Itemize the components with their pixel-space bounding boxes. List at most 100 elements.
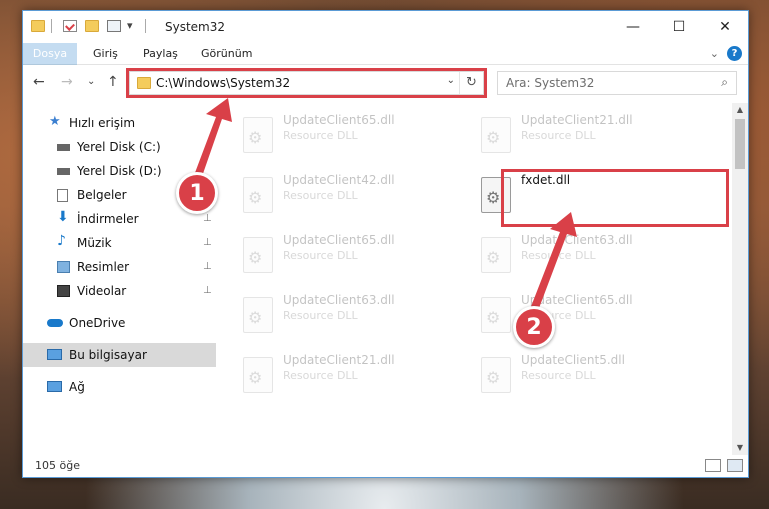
separator [145, 19, 146, 33]
cloud-icon [47, 319, 63, 327]
computer-icon [47, 349, 62, 360]
dll-file-icon: ⚙ [481, 357, 511, 393]
vertical-scrollbar[interactable]: ▲ ▼ [732, 103, 748, 455]
sidebar-item-disk-c[interactable]: Yerel Disk (C:) [23, 135, 216, 159]
file-name: UpdateClient21.dll [283, 353, 395, 367]
large-icons-view-icon[interactable] [727, 459, 743, 472]
file-item[interactable]: ⚙ UpdateClient21.dll Resource DLL [469, 107, 699, 163]
callout-badge-1: 1 [176, 172, 218, 214]
properties-icon[interactable] [63, 20, 77, 32]
tab-view[interactable]: Görünüm [191, 43, 262, 65]
navigation-bar: ← → ⌄ ↑ C:\Windows\System32 ⌄ ↻ Ara: Sys… [23, 65, 748, 101]
maximize-button[interactable]: ☐ [656, 11, 702, 43]
file-item[interactable]: ⚙ UpdateClient63.dll Resource DLL [231, 287, 461, 343]
file-name: UpdateClient42.dll [283, 173, 395, 187]
documents-icon [57, 189, 68, 202]
folder-icon [31, 20, 45, 32]
file-type: Resource DLL [283, 369, 358, 382]
separator [51, 19, 52, 33]
pictures-icon [57, 261, 70, 273]
file-item[interactable]: ⚙ UpdateClient5.dll Resource DLL [469, 347, 699, 403]
drive-icon [57, 144, 70, 151]
file-name: UpdateClient65.dll [521, 293, 633, 307]
customize-toolbar-icon[interactable] [107, 20, 121, 32]
file-type: Resource DLL [283, 129, 358, 142]
file-type: Resource DLL [521, 249, 596, 262]
file-name: UpdateClient65.dll [283, 113, 395, 127]
sidebar-item-label: Hızlı erişim [69, 116, 136, 130]
drive-icon [57, 168, 70, 175]
tab-share[interactable]: Paylaş [133, 43, 188, 65]
sidebar-item-this-pc[interactable]: Bu bilgisayar [23, 343, 216, 367]
dll-file-icon: ⚙ [481, 117, 511, 153]
sidebar-item-label: Resimler [77, 260, 130, 274]
sidebar-item-label: Müzik [77, 236, 112, 250]
scroll-down-icon[interactable]: ▼ [732, 441, 748, 455]
pin-icon[interactable]: ⊥ [203, 231, 212, 255]
download-icon: ⬇ [57, 209, 69, 225]
back-button[interactable]: ← [33, 74, 45, 90]
help-icon[interactable]: ? [727, 46, 742, 61]
dll-file-icon: ⚙ [243, 357, 273, 393]
recent-locations-button[interactable]: ⌄ [87, 76, 95, 87]
dll-file-icon: ⚙ [243, 117, 273, 153]
navigation-pane: ★ Hızlı erişim Yerel Disk (C:) Yerel Dis… [23, 103, 216, 455]
file-item[interactable]: ⚙ UpdateClient42.dll Resource DLL [231, 167, 461, 223]
window-title: System32 [165, 20, 226, 34]
scroll-thumb[interactable] [735, 119, 745, 169]
file-item[interactable]: ⚙ UpdateClient21.dll Resource DLL [231, 347, 461, 403]
search-box[interactable]: Ara: System32 ⌕ [497, 71, 737, 95]
sidebar-item-pictures[interactable]: Resimler ⊥ [23, 255, 216, 279]
sidebar-item-label: Bu bilgisayar [69, 348, 147, 362]
close-button[interactable]: ✕ [702, 11, 748, 43]
file-name: UpdateClient5.dll [521, 353, 625, 367]
file-list: ⚙ UpdateClient65.dll Resource DLL ⚙ Upda… [231, 103, 733, 455]
dll-file-icon: ⚙ [243, 297, 273, 333]
item-count: 105 öğe [35, 459, 80, 472]
sidebar-item-label: Belgeler [77, 188, 127, 202]
details-view-icon[interactable] [705, 459, 721, 472]
search-icon[interactable]: ⌕ [721, 75, 728, 90]
callout-badge-2: 2 [513, 306, 555, 348]
up-button[interactable]: ↑ [107, 74, 119, 90]
sidebar-item-label: Yerel Disk (C:) [77, 140, 161, 154]
sidebar-item-network[interactable]: Ağ [23, 375, 216, 399]
customize-dropdown-icon[interactable]: ▾ [127, 19, 133, 32]
file-type: Resource DLL [283, 189, 358, 202]
pin-icon[interactable]: ⊥ [203, 255, 212, 279]
file-type: Resource DLL [521, 129, 596, 142]
file-item[interactable]: ⚙ UpdateClient65.dll Resource DLL [469, 287, 699, 343]
dll-file-icon: ⚙ [243, 177, 273, 213]
dll-file-icon: ⚙ [481, 297, 511, 333]
tab-home[interactable]: Giriş [83, 43, 128, 65]
file-item[interactable]: ⚙ UpdateClient63.dll Resource DLL [469, 227, 699, 283]
new-folder-icon[interactable] [85, 20, 99, 32]
search-placeholder: Ara: System32 [506, 76, 595, 90]
file-item[interactable]: ⚙ UpdateClient65.dll Resource DLL [231, 227, 461, 283]
videos-icon [57, 285, 70, 297]
file-name: UpdateClient21.dll [521, 113, 633, 127]
pin-icon[interactable]: ⊥ [203, 279, 212, 303]
minimize-button[interactable]: — [610, 11, 656, 43]
scroll-up-icon[interactable]: ▲ [732, 103, 748, 117]
sidebar-item-music[interactable]: ♪ Müzik ⊥ [23, 231, 216, 255]
expand-ribbon-icon[interactable]: ⌄ [710, 47, 719, 60]
file-type: Resource DLL [521, 369, 596, 382]
star-icon: ★ [49, 114, 61, 129]
file-highlight-box [501, 169, 729, 227]
network-icon [47, 381, 62, 392]
file-item[interactable]: ⚙ UpdateClient65.dll Resource DLL [231, 107, 461, 163]
sidebar-item-label: OneDrive [69, 316, 126, 330]
sidebar-item-videos[interactable]: Videolar ⊥ [23, 279, 216, 303]
file-name: UpdateClient63.dll [283, 293, 395, 307]
sidebar-item-quick-access[interactable]: ★ Hızlı erişim [23, 111, 216, 135]
forward-button[interactable]: → [61, 74, 73, 90]
sidebar-item-label: Ağ [69, 380, 85, 394]
address-highlight-box [126, 68, 487, 98]
sidebar-item-label: Videolar [77, 284, 127, 298]
sidebar-item-onedrive[interactable]: OneDrive [23, 311, 216, 335]
title-bar: ▾ System32 — ☐ ✕ [23, 11, 748, 43]
music-icon: ♪ [57, 233, 66, 249]
file-type: Resource DLL [283, 249, 358, 262]
file-name: UpdateClient65.dll [283, 233, 395, 247]
